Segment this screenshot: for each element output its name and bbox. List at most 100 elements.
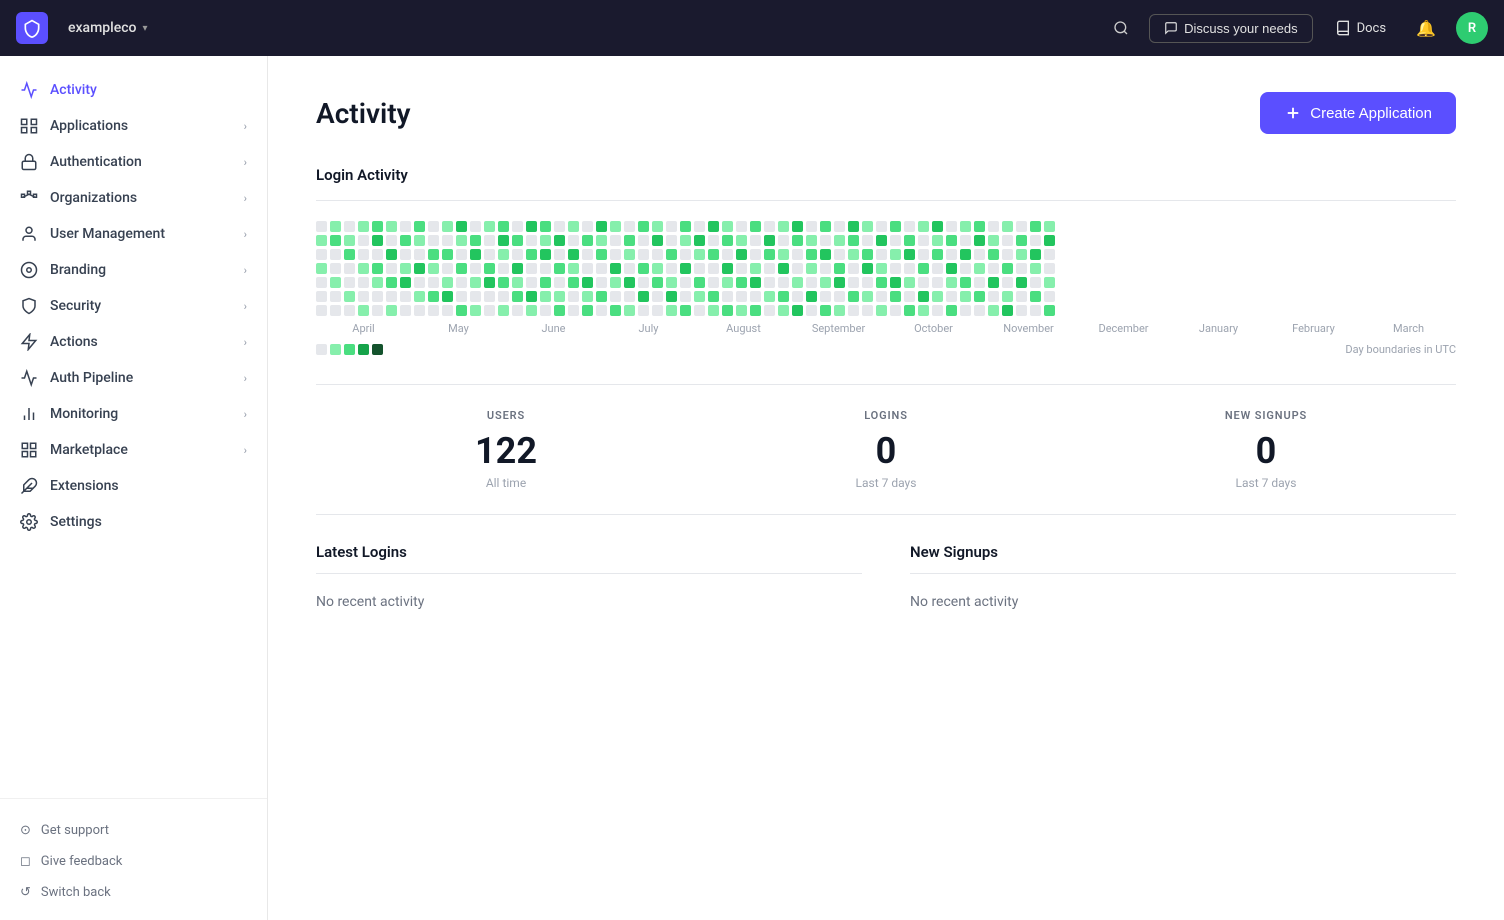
heatmap-cell [960,221,971,232]
sidebar-item-branding[interactable]: Branding › [0,252,267,288]
heatmap-cell [904,291,915,302]
heatmap-week [386,221,397,316]
heatmap-week [344,221,355,316]
heatmap-cell [960,277,971,288]
sidebar-footer: ⊙ Get support ◻ Give feedback ↺ Switch b… [0,798,267,920]
org-selector[interactable]: exampleco ▾ [60,16,156,40]
new-signups-title: New Signups [910,543,1456,574]
heatmap-cell [484,235,495,246]
logo[interactable] [16,12,48,44]
heatmap-cell [386,305,397,316]
sidebar-item-actions[interactable]: Actions › [0,324,267,360]
heatmap-cell [806,277,817,288]
heatmap-cell [372,277,383,288]
sidebar-item-label: Auth Pipeline [50,370,133,386]
stat-new-signups: NEW SIGNUPS 0 Last 7 days [1076,409,1456,490]
sidebar-item-label: Branding [50,262,106,278]
heatmap-cell [638,277,649,288]
heatmap-cell [876,235,887,246]
heatmap-cell [792,263,803,274]
heatmap-cell [358,291,369,302]
switch-back-link[interactable]: ↺ Switch back [0,877,267,908]
notifications-button[interactable]: 🔔 [1408,15,1444,42]
heatmap-cell [932,249,943,260]
heatmap-week [470,221,481,316]
settings-icon [20,513,38,531]
heatmap-cell [512,263,523,274]
heatmap-cell [358,249,369,260]
heatmap-week [890,221,901,316]
heatmap-cell [652,263,663,274]
create-application-button[interactable]: Create Application [1260,92,1456,134]
heatmap-cell [456,263,467,274]
heatmap-cell [974,263,985,274]
heatmap-cell [610,263,621,274]
heatmap-cell [498,235,509,246]
sidebar-item-auth-pipeline[interactable]: Auth Pipeline › [0,360,267,396]
sidebar-item-security[interactable]: Security › [0,288,267,324]
heatmap-cell [862,305,873,316]
heatmap-week [904,221,915,316]
legend-cell-low [330,344,341,355]
heatmap-cell [904,221,915,232]
avatar[interactable]: R [1456,12,1488,44]
heatmap-cell [974,249,985,260]
sidebar-item-authentication[interactable]: Authentication › [0,144,267,180]
sidebar-item-user-management[interactable]: User Management › [0,216,267,252]
heatmap-cell [848,305,859,316]
get-support-link[interactable]: ⊙ Get support [0,815,267,846]
heatmap-cell [470,305,481,316]
sidebar-item-marketplace[interactable]: Marketplace › [0,432,267,468]
extensions-icon [20,477,38,495]
sidebar-item-activity[interactable]: Activity [0,72,267,108]
heatmap-cell [764,263,775,274]
heatmap-cell [974,291,985,302]
heatmap-cell [652,277,663,288]
docs-link[interactable]: Docs [1325,14,1396,42]
heatmap-cell [554,263,565,274]
heatmap-cell [792,277,803,288]
recent-row: Latest Logins No recent activity New Sig… [316,543,1456,618]
heatmap-cell [456,277,467,288]
heatmap-cell [806,249,817,260]
heatmap-cell [428,263,439,274]
heatmap-cell [610,291,621,302]
give-feedback-link[interactable]: ◻ Give feedback [0,846,267,877]
sidebar-item-applications[interactable]: Applications › [0,108,267,144]
heatmap-week [876,221,887,316]
heatmap-cell [820,277,831,288]
heatmap-cell [554,291,565,302]
sidebar-item-organizations[interactable]: Organizations › [0,180,267,216]
heatmap-cell [848,291,859,302]
heatmap-week [792,221,803,316]
discuss-needs-button[interactable]: Discuss your needs [1149,14,1312,43]
heatmap-week [372,221,383,316]
heatmap-cell [820,221,831,232]
heatmap-cell [736,235,747,246]
heatmap-cell [722,291,733,302]
heatmap-cell [582,305,593,316]
actions-icon [20,333,38,351]
heatmap-cell [554,235,565,246]
heatmap-cell [862,235,873,246]
heatmap-cell [736,291,747,302]
sidebar-item-label: Marketplace [50,442,128,458]
heatmap-cell [484,221,495,232]
heatmap-cell [344,277,355,288]
sidebar-item-extensions[interactable]: Extensions [0,468,267,504]
sidebar-item-monitoring[interactable]: Monitoring › [0,396,267,432]
heatmap-cell [624,249,635,260]
heatmap-cell [1044,235,1055,246]
heatmap-cell [932,291,943,302]
heatmap-cell [344,291,355,302]
heatmap-cell [862,263,873,274]
heatmap-cell [1044,263,1055,274]
heatmap-cell [946,263,957,274]
heatmap-week [918,221,929,316]
heatmap-week [400,221,411,316]
sidebar-item-settings[interactable]: Settings [0,504,267,540]
heatmap-cell [848,221,859,232]
search-button[interactable] [1105,12,1137,44]
heatmap-cell [484,249,495,260]
heatmap-cell [736,221,747,232]
